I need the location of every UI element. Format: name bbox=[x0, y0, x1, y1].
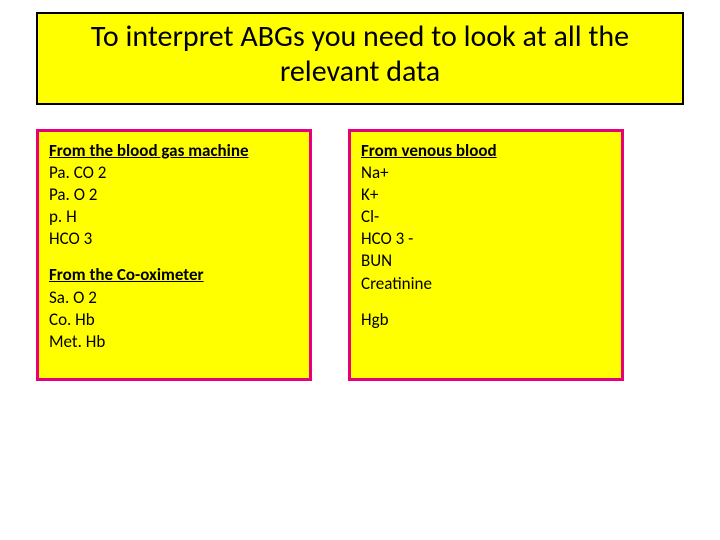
left-column-box: From the blood gas machine Pa. CO 2 Pa. … bbox=[36, 129, 312, 381]
left-section-1-header: From the blood gas machine bbox=[49, 140, 299, 162]
columns: From the blood gas machine Pa. CO 2 Pa. … bbox=[36, 129, 684, 381]
list-item: p. H bbox=[49, 206, 299, 228]
left-section-2-header: From the Co-oximeter bbox=[49, 264, 299, 286]
list-item: HCO 3 - bbox=[361, 228, 611, 250]
right-section-1-header: From venous blood bbox=[361, 140, 611, 162]
list-item: Met. Hb bbox=[49, 331, 299, 353]
list-item: Sa. O 2 bbox=[49, 287, 299, 309]
list-item: Co. Hb bbox=[49, 309, 299, 331]
right-column-box: From venous blood Na+ K+ Cl- HCO 3 - BUN… bbox=[348, 129, 624, 381]
list-item: Pa. CO 2 bbox=[49, 162, 299, 184]
list-item: Cl- bbox=[361, 206, 611, 228]
slide: To interpret ABGs you need to look at al… bbox=[0, 0, 720, 540]
list-item: Na+ bbox=[361, 162, 611, 184]
spacer bbox=[361, 295, 611, 309]
list-item: BUN bbox=[361, 250, 611, 272]
list-item: HCO 3 bbox=[49, 228, 299, 250]
list-item: Pa. O 2 bbox=[49, 184, 299, 206]
list-item: Creatinine bbox=[361, 273, 611, 295]
list-item: Hgb bbox=[361, 309, 611, 331]
title-line-2: relevant data bbox=[48, 55, 672, 90]
list-item: K+ bbox=[361, 184, 611, 206]
title-line-1: To interpret ABGs you need to look at al… bbox=[48, 20, 672, 55]
spacer bbox=[49, 250, 299, 264]
title-box: To interpret ABGs you need to look at al… bbox=[36, 12, 684, 105]
